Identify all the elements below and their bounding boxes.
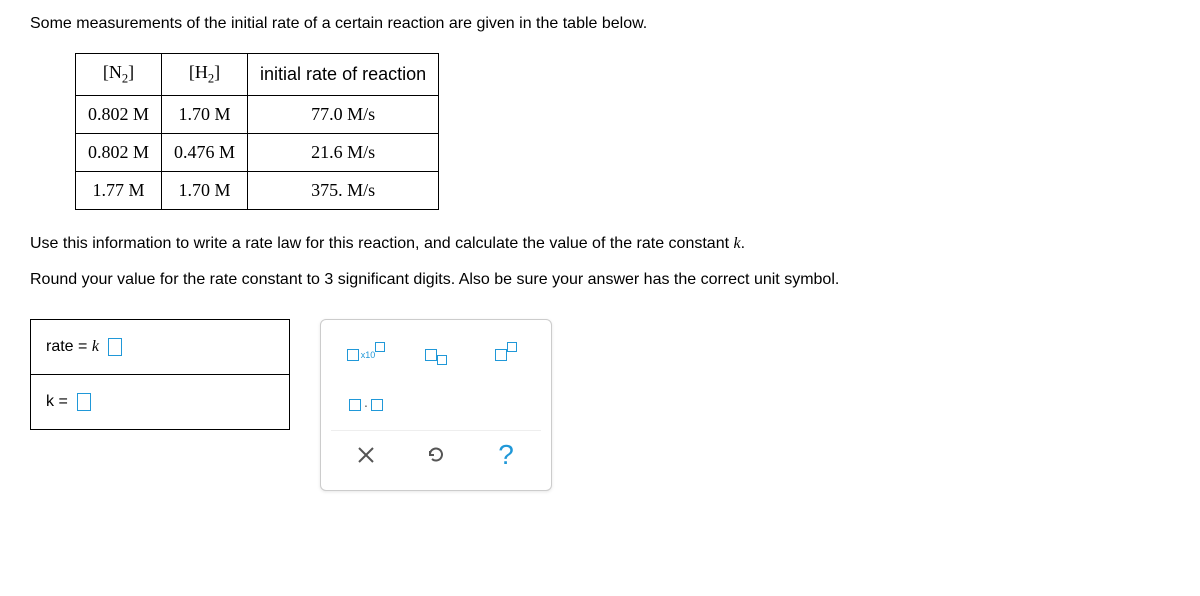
tool-panel: x10 · ? — [320, 319, 552, 491]
answer-boxes: rate = k k = — [30, 319, 290, 491]
table-row: 0.802 M 0.476 M 21.6 M/s — [76, 133, 439, 171]
undo-button[interactable] — [416, 438, 456, 473]
table-row: 0.802 M 1.70 M 77.0 M/s — [76, 95, 439, 133]
header-h2: [H2] — [162, 54, 248, 96]
question-icon: ? — [498, 439, 514, 471]
k-placeholder[interactable] — [77, 393, 91, 411]
dot-operator-button[interactable]: · — [346, 387, 386, 422]
header-rate: initial rate of reaction — [248, 54, 439, 96]
table-row: 1.77 M 1.70 M 375. M/s — [76, 171, 439, 209]
data-table: [N2] [H2] initial rate of reaction 0.802… — [75, 53, 439, 210]
instruction-1: Use this information to write a rate law… — [30, 235, 1170, 253]
instruction-2: Round your value for the rate constant t… — [30, 271, 1170, 289]
rate-input-box[interactable]: rate = k — [30, 319, 290, 374]
rate-placeholder[interactable] — [108, 338, 122, 356]
superscript-button[interactable] — [486, 337, 526, 372]
subscript-button[interactable] — [416, 337, 456, 372]
undo-icon — [426, 445, 446, 465]
close-icon — [357, 446, 375, 464]
help-button[interactable]: ? — [486, 438, 526, 473]
scientific-notation-button[interactable]: x10 — [346, 337, 386, 372]
header-n2: [N2] — [76, 54, 162, 96]
intro-text: Some measurements of the initial rate of… — [30, 15, 1170, 33]
k-input-box[interactable]: k = — [30, 374, 290, 430]
clear-button[interactable] — [346, 438, 386, 473]
